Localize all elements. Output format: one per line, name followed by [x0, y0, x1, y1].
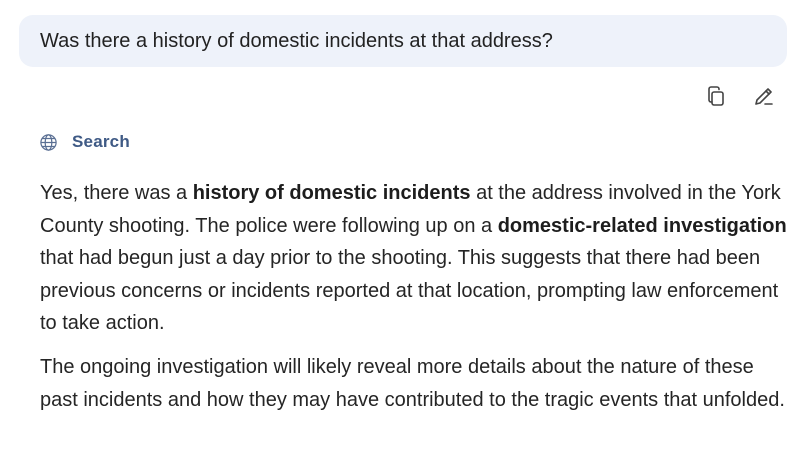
edit-icon[interactable] [752, 84, 776, 108]
answer-paragraph-2: The ongoing investigation will likely re… [40, 355, 785, 411]
answer-paragraph-1: Yes, there was a history of domestic inc… [40, 177, 788, 340]
answer-text: Yes, there was a [40, 182, 193, 204]
answer-text: that had begun just a day prior to the s… [40, 247, 779, 335]
assistant-answer: Yes, there was a history of domestic inc… [40, 177, 788, 416]
answer-bold-text: domestic-related investigation [497, 214, 787, 237]
search-source-label: Search [72, 132, 130, 151]
user-message-bubble: Was there a history of domestic incident… [19, 15, 787, 67]
user-message-text: Was there a history of domestic incident… [40, 29, 553, 52]
search-source[interactable]: Search [39, 132, 130, 152]
globe-icon [40, 133, 57, 151]
message-actions [704, 84, 776, 108]
copy-icon[interactable] [704, 84, 728, 108]
answer-bold-text: history of domestic incidents [192, 182, 471, 204]
